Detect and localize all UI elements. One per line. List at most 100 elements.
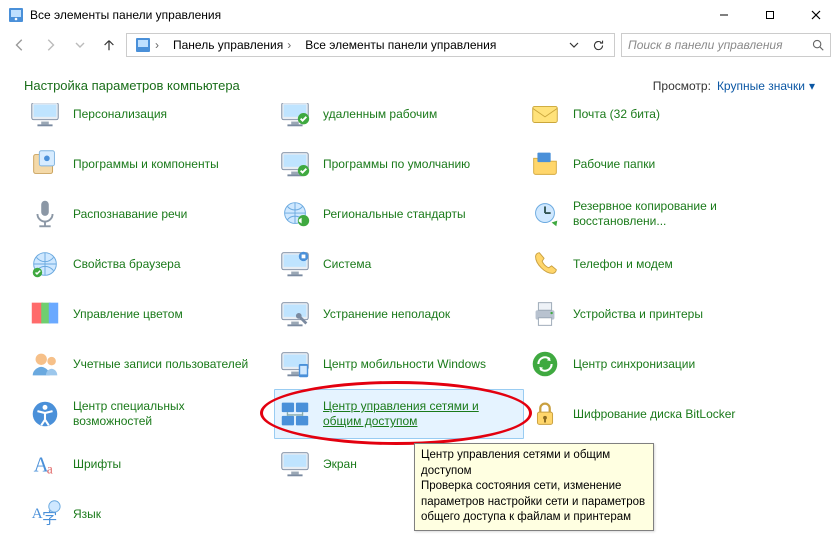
cpl-item-phone[interactable]: Телефон и модем (524, 239, 784, 289)
view-dropdown[interactable]: Крупные значки ▾ (717, 79, 815, 93)
minimize-button[interactable] (701, 0, 747, 30)
item-label: Резервное копирование и восстановлени... (573, 199, 763, 229)
item-label: Персонализация (73, 107, 167, 122)
svg-text:A: A (32, 506, 43, 522)
up-button[interactable] (98, 34, 120, 56)
cpl-item-personalization[interactable]: Персонализация (24, 103, 274, 139)
item-label: Центр синхронизации (573, 357, 695, 372)
troubleshoot-icon (277, 296, 313, 332)
mobility-icon (277, 346, 313, 382)
cpl-item-speech[interactable]: Распознавание речи (24, 189, 274, 239)
item-label: Программы и компоненты (73, 157, 219, 172)
printers-icon (527, 296, 563, 332)
page-title: Настройка параметров компьютера (24, 78, 653, 93)
navbar: › Панель управления › Все элементы панел… (0, 30, 839, 64)
breadcrumb-segment-1[interactable]: Все элементы панели управления (301, 34, 500, 56)
cpl-item-browser[interactable]: Свойства браузера (24, 239, 274, 289)
cpl-item-printers[interactable]: Устройства и принтеры (524, 289, 784, 339)
back-button[interactable] (8, 33, 32, 57)
cpl-item-color[interactable]: Управление цветом (24, 289, 274, 339)
cpl-item-fonts[interactable]: Aa Шрифты (24, 439, 274, 489)
chevron-right-icon: › (155, 38, 159, 52)
item-label: удаленным рабочим (323, 107, 437, 122)
close-button[interactable] (793, 0, 839, 30)
content-area: Настройка параметров компьютера Просмотр… (0, 64, 839, 555)
items-scroll[interactable]: Персонализация удаленным рабочим Почта (32… (0, 103, 839, 550)
item-label: Телефон и модем (573, 257, 673, 272)
mail-icon (527, 103, 563, 132)
titlebar: Все элементы панели управления (0, 0, 839, 30)
item-label: Рабочие папки (573, 157, 655, 172)
color-icon (27, 296, 63, 332)
tooltip-body: Проверка состояния сети, изменение парам… (421, 479, 647, 526)
item-label: Центр мобильности Windows (323, 357, 486, 372)
accessibility-icon (27, 396, 63, 432)
item-label: Устранение неполадок (323, 307, 450, 322)
breadcrumb-root-icon[interactable]: › (131, 34, 163, 56)
chevron-right-icon: › (287, 38, 291, 52)
window-buttons (701, 0, 839, 30)
cpl-item-users[interactable]: Учетные записи пользователей (24, 339, 274, 389)
item-label: Центр управления сетями и общим доступом (323, 399, 513, 429)
item-label: Устройства и принтеры (573, 307, 703, 322)
display-icon (277, 446, 313, 482)
breadcrumb-label: Панель управления (173, 38, 283, 52)
item-label: Шрифты (73, 457, 121, 472)
defaults-icon (277, 146, 313, 182)
cpl-item-accessibility[interactable]: Центр специальных возможностей (24, 389, 274, 439)
search-input[interactable] (626, 37, 810, 53)
svg-text:a: a (47, 461, 53, 476)
cpl-item-system[interactable]: Система (274, 239, 524, 289)
sync-icon (527, 346, 563, 382)
search-icon[interactable] (810, 37, 826, 53)
view-value: Крупные значки (717, 79, 805, 93)
cpl-item-troubleshoot[interactable]: Устранение неполадок (274, 289, 524, 339)
cpl-item-bitlocker[interactable]: Шифрование диска BitLocker (524, 389, 784, 439)
tooltip: Центр управления сетями и общим доступом… (414, 443, 654, 531)
chevron-down-icon: ▾ (809, 79, 815, 93)
refresh-button[interactable] (588, 35, 608, 55)
cpl-item-sync[interactable]: Центр синхронизации (524, 339, 784, 389)
item-label: Шифрование диска BitLocker (573, 407, 735, 422)
item-label: Свойства браузера (73, 257, 181, 272)
language-icon: A字 (27, 496, 63, 532)
backup-icon (527, 196, 563, 232)
content-header: Настройка параметров компьютера Просмотр… (0, 72, 839, 103)
region-icon (277, 196, 313, 232)
svg-text:字: 字 (42, 510, 57, 527)
address-bar[interactable]: › Панель управления › Все элементы панел… (126, 33, 615, 57)
maximize-button[interactable] (747, 0, 793, 30)
recent-locations-button[interactable] (68, 33, 92, 57)
address-history-button[interactable] (564, 35, 584, 55)
item-label: Система (323, 257, 371, 272)
forward-button[interactable] (38, 33, 62, 57)
item-label: Почта (32 бита) (573, 107, 660, 122)
cpl-item-mail[interactable]: Почта (32 бита) (524, 103, 784, 139)
programs-icon (27, 146, 63, 182)
bitlocker-icon (527, 396, 563, 432)
window-title: Все элементы панели управления (30, 8, 701, 22)
search-box[interactable] (621, 33, 831, 57)
view-label: Просмотр: (653, 79, 711, 93)
cpl-item-language[interactable]: A字Язык (24, 489, 274, 539)
fonts-icon: Aa (27, 446, 63, 482)
phone-icon (527, 246, 563, 282)
workfolders-icon (527, 146, 563, 182)
cpl-item-programs[interactable]: Программы и компоненты (24, 139, 274, 189)
cpl-item-region[interactable]: Региональные стандарты (274, 189, 524, 239)
breadcrumb-segment-0[interactable]: Панель управления › (169, 34, 295, 56)
cpl-item-remote[interactable]: удаленным рабочим (274, 103, 524, 139)
personalization-icon (27, 103, 63, 132)
item-label: Центр специальных возможностей (73, 399, 263, 429)
cpl-item-mobility[interactable]: Центр мобильности Windows (274, 339, 524, 389)
cpl-item-backup[interactable]: Резервное копирование и восстановлени... (524, 189, 784, 239)
item-label: Программы по умолчанию (323, 157, 470, 172)
cpl-item-workfolders[interactable]: Рабочие папки (524, 139, 784, 189)
cpl-item-defaults[interactable]: Программы по умолчанию (274, 139, 524, 189)
users-icon (27, 346, 63, 382)
item-label: Управление цветом (73, 307, 183, 322)
cpl-item-network[interactable]: Центр управления сетями и общим доступом (274, 389, 524, 439)
system-icon (277, 246, 313, 282)
tooltip-title: Центр управления сетями и общим доступом (421, 448, 647, 479)
item-label: Региональные стандарты (323, 207, 466, 222)
